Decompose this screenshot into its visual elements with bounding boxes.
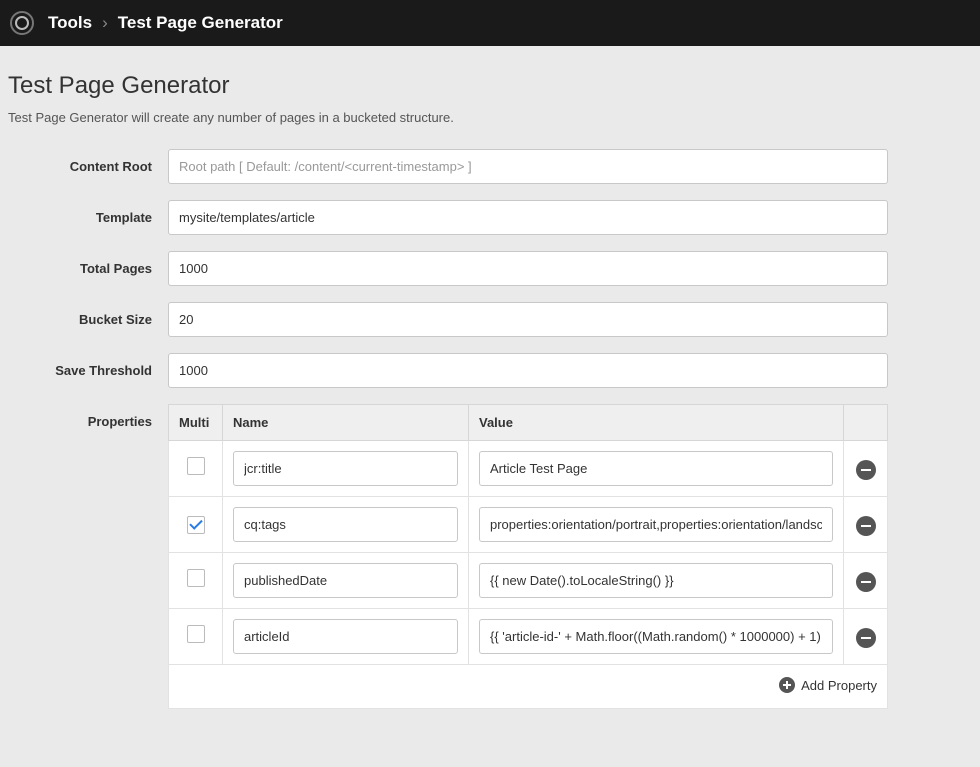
- total-pages-input[interactable]: [168, 251, 888, 286]
- remove-icon[interactable]: [856, 460, 876, 480]
- col-delete: [844, 405, 888, 441]
- table-row: [169, 497, 888, 553]
- breadcrumb-current: Test Page Generator: [118, 13, 283, 33]
- property-value-input[interactable]: [479, 563, 833, 598]
- label-properties: Properties: [8, 404, 168, 429]
- multi-checkbox[interactable]: [187, 569, 205, 587]
- chevron-right-icon: ›: [102, 13, 108, 33]
- multi-checkbox[interactable]: [187, 625, 205, 643]
- add-property-button[interactable]: Add Property: [779, 677, 877, 693]
- content-root-input[interactable]: [168, 149, 888, 184]
- property-value-input[interactable]: [479, 619, 833, 654]
- property-name-input[interactable]: [233, 451, 458, 486]
- page-description: Test Page Generator will create any numb…: [8, 110, 964, 125]
- header: Tools › Test Page Generator: [0, 0, 980, 46]
- label-save-threshold: Save Threshold: [8, 353, 168, 378]
- multi-checkbox[interactable]: [187, 516, 205, 534]
- main: Test Page Generator Test Page Generator …: [0, 46, 980, 709]
- plus-icon: [779, 677, 795, 693]
- col-value: Value: [469, 405, 844, 441]
- label-total-pages: Total Pages: [8, 251, 168, 276]
- template-input[interactable]: [168, 200, 888, 235]
- properties-table: Multi Name Value Add Property: [168, 404, 888, 709]
- remove-icon[interactable]: [856, 516, 876, 536]
- label-template: Template: [8, 200, 168, 225]
- col-name: Name: [223, 405, 469, 441]
- bucket-size-input[interactable]: [168, 302, 888, 337]
- table-row: [169, 441, 888, 497]
- breadcrumb-root[interactable]: Tools: [48, 13, 92, 33]
- property-value-input[interactable]: [479, 507, 833, 542]
- table-row: [169, 609, 888, 665]
- table-row: [169, 553, 888, 609]
- add-property-label: Add Property: [801, 678, 877, 693]
- app-logo-icon: [10, 11, 34, 35]
- col-multi: Multi: [169, 405, 223, 441]
- property-name-input[interactable]: [233, 507, 458, 542]
- remove-icon[interactable]: [856, 628, 876, 648]
- property-value-input[interactable]: [479, 451, 833, 486]
- multi-checkbox[interactable]: [187, 457, 205, 475]
- property-name-input[interactable]: [233, 563, 458, 598]
- remove-icon[interactable]: [856, 572, 876, 592]
- property-name-input[interactable]: [233, 619, 458, 654]
- label-bucket-size: Bucket Size: [8, 302, 168, 327]
- page-title: Test Page Generator: [8, 72, 964, 100]
- label-content-root: Content Root: [8, 149, 168, 174]
- save-threshold-input[interactable]: [168, 353, 888, 388]
